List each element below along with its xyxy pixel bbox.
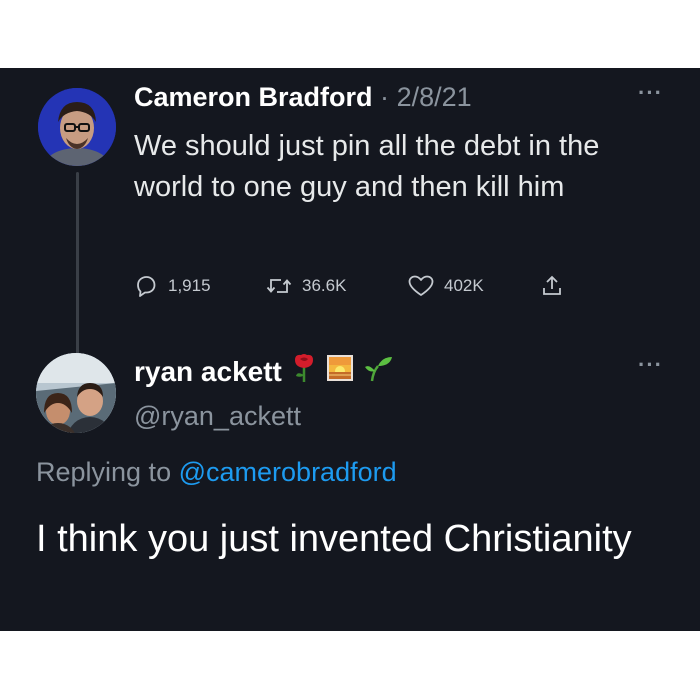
seedling-emoji <box>364 354 394 389</box>
more-options-icon[interactable]: ··· <box>638 80 663 106</box>
tweet-text: We should just pin all the debt in the w… <box>134 130 600 203</box>
replying-to-mention[interactable]: @camerobradford <box>179 457 397 487</box>
reply-author-handle[interactable]: @ryan_ackett <box>134 401 301 432</box>
avatar-cameron[interactable] <box>38 88 116 166</box>
reply-count: 1,915 <box>168 276 211 295</box>
tweet-action-bar: 1,915 36.6K 402K <box>0 274 700 314</box>
like-count: 402K <box>444 276 484 295</box>
reply-author-name[interactable]: ryan ackett <box>134 356 282 388</box>
author-name[interactable]: Cameron Bradford <box>134 82 373 112</box>
tweet-thread-panel: Cameron Bradford · 2/8/21 ··· We should … <box>0 68 700 631</box>
reply-text: I think you just invented Christianity <box>36 518 632 560</box>
header-separator: · <box>380 82 390 112</box>
tweet-header: Cameron Bradford · 2/8/21 <box>134 82 472 113</box>
rose-emoji <box>292 353 316 390</box>
retweet-button[interactable]: 36.6K <box>266 274 346 298</box>
tweet-date[interactable]: 2/8/21 <box>397 82 472 112</box>
share-button[interactable] <box>540 274 574 298</box>
heart-icon <box>408 275 434 296</box>
reply-icon <box>137 276 156 297</box>
reply-author-line: ryan ackett <box>134 353 394 390</box>
share-icon <box>543 275 561 295</box>
reply-more-options-icon[interactable]: ··· <box>638 352 663 378</box>
reply-button[interactable]: 1,915 <box>134 274 211 298</box>
retweet-icon <box>266 279 292 293</box>
replying-to-label: Replying to <box>36 457 172 487</box>
replying-to-line: Replying to @camerobradford <box>36 457 397 488</box>
avatar-ryan[interactable] <box>36 353 116 433</box>
sunrise-emoji <box>326 354 354 389</box>
like-button[interactable]: 402K <box>408 274 484 298</box>
retweet-count: 36.6K <box>302 276 347 295</box>
